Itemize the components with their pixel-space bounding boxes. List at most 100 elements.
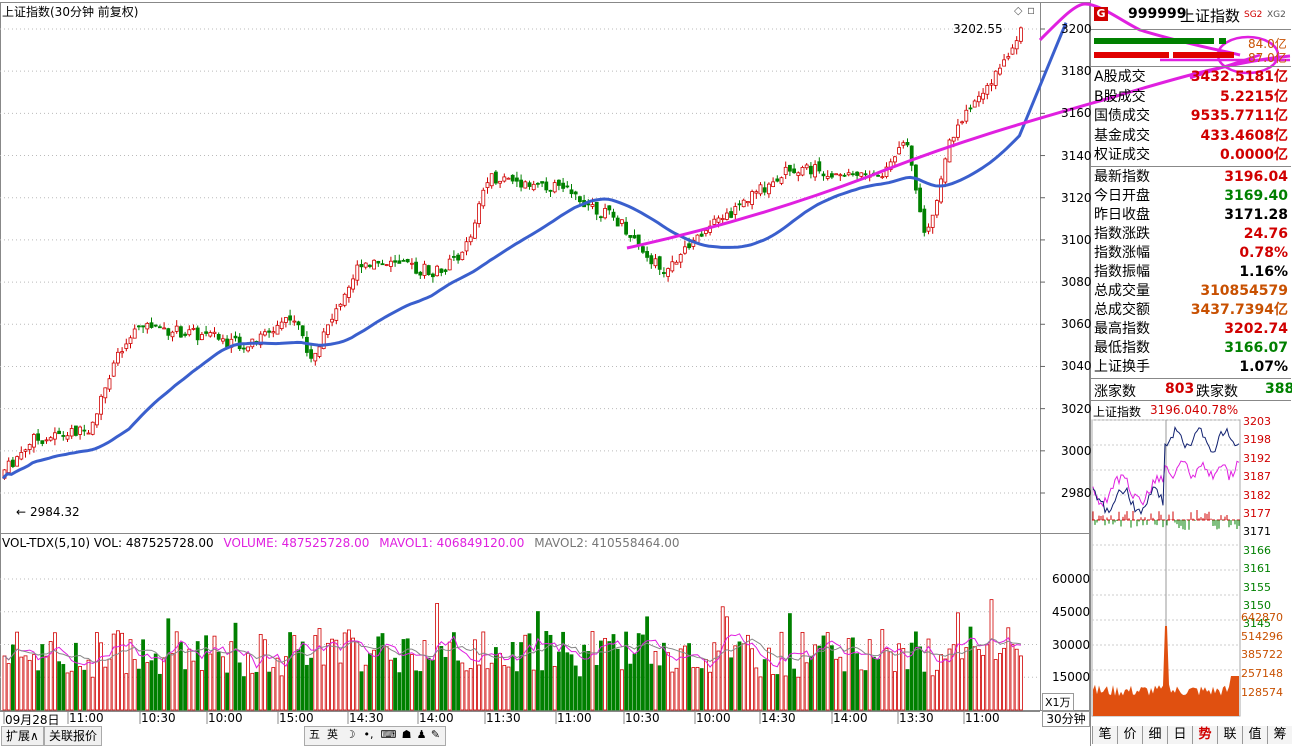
- candle-body: [578, 196, 582, 203]
- xg2-tag[interactable]: XG2: [1267, 10, 1286, 20]
- volume-bar: [116, 630, 120, 711]
- candle-body: [65, 435, 70, 440]
- candle-body: [300, 325, 305, 337]
- candle-body: [103, 387, 108, 399]
- panel-tab[interactable]: 细: [1142, 726, 1167, 744]
- down-count-value: 388: [1265, 381, 1292, 397]
- candle-body: [183, 333, 188, 336]
- candle-body: [124, 343, 129, 349]
- volume-bar: [250, 672, 255, 711]
- volume-bar: [540, 670, 544, 711]
- volume-bar: [552, 665, 557, 711]
- candle-body: [863, 173, 868, 176]
- volume-bar: [384, 646, 389, 711]
- quote-label: 最低指数: [1094, 340, 1150, 356]
- stock-code: 999999: [1128, 6, 1187, 22]
- candle-body: [855, 171, 859, 176]
- candle-body: [241, 347, 246, 350]
- volume-bar: [363, 664, 368, 711]
- time-tick-label: 15:00: [279, 711, 314, 725]
- divider: [1091, 378, 1291, 379]
- volume-bar: [149, 660, 154, 711]
- period-tab[interactable]: 30分钟: [1042, 711, 1090, 727]
- volume-bar: [414, 670, 419, 711]
- candle-body: [456, 254, 461, 261]
- candle-body: [372, 259, 377, 270]
- mini-price-tick: 3166: [1243, 543, 1271, 557]
- candle-body: [649, 255, 654, 265]
- volume-bar: [859, 669, 864, 711]
- quote-row: 指数振幅 1.16%: [1092, 263, 1290, 282]
- volume-bar: [300, 641, 305, 711]
- candle-body: [594, 201, 599, 215]
- panel-tab[interactable]: 筹: [1267, 726, 1292, 744]
- candle-body: [779, 177, 784, 184]
- panel-tab[interactable]: 联: [1217, 726, 1242, 744]
- candle-body: [825, 175, 830, 179]
- candle-body: [128, 337, 133, 344]
- panel-tab[interactable]: 笔: [1092, 726, 1117, 744]
- candle-body: [662, 272, 666, 275]
- sg2-tag[interactable]: SG2: [1244, 10, 1262, 20]
- candle-body: [86, 432, 91, 435]
- volume-bar: [2, 655, 7, 711]
- panel-tab[interactable]: 日: [1167, 726, 1192, 744]
- ime-halfwidth-icon[interactable]: ☽: [342, 727, 359, 743]
- ime-tools-icon[interactable]: ✎: [427, 727, 444, 743]
- window-restore-icon[interactable]: ▫: [1027, 3, 1035, 17]
- candle-body: [246, 346, 251, 352]
- volume-bar: [964, 647, 969, 711]
- volume-unit: X1万: [1042, 693, 1074, 711]
- candle-body: [720, 218, 725, 221]
- candle-body: [683, 246, 687, 254]
- volume-bar: [729, 657, 733, 711]
- volume-bar: [666, 652, 670, 711]
- volume-bar: [687, 643, 691, 711]
- candle-body: [1010, 47, 1015, 55]
- volume-bar: [947, 648, 952, 711]
- sell-volume-bar-tail: [1173, 52, 1234, 58]
- candle-body: [481, 189, 486, 207]
- panel-tab[interactable]: 价: [1117, 726, 1142, 744]
- volume-bar: [258, 634, 263, 711]
- volume-bar: [611, 634, 616, 711]
- volume-bar: [78, 666, 82, 711]
- quote-row: 总成交额 3437.7394亿: [1092, 301, 1290, 320]
- ime-wubi-icon[interactable]: 五: [306, 727, 323, 743]
- turnover-row: B股成交 5.2215亿: [1092, 88, 1290, 107]
- ime-english-icon[interactable]: 英: [324, 727, 341, 743]
- volume-bar: [653, 651, 658, 711]
- candle-body: [409, 262, 414, 265]
- candle-body: [951, 136, 956, 142]
- volume-bar: [863, 670, 868, 711]
- candle-body: [569, 189, 574, 195]
- candle-body: [57, 430, 61, 435]
- diamond-icon[interactable]: ◇: [1014, 4, 1022, 17]
- volume-bar: [762, 659, 767, 711]
- volume-bar: [855, 653, 859, 711]
- ime-punct-icon[interactable]: •,: [360, 727, 377, 743]
- candle-body: [972, 100, 977, 108]
- volume-bar: [775, 674, 780, 711]
- candle-body: [552, 182, 557, 193]
- panel-tab[interactable]: 势: [1192, 726, 1217, 744]
- quote-row: 最低指数 3166.07: [1092, 339, 1290, 358]
- candle-body: [880, 176, 885, 179]
- volume-bar: [695, 666, 700, 711]
- candle-body: [401, 259, 406, 262]
- candle-body: [624, 221, 628, 235]
- volume-bar: [632, 653, 637, 711]
- volume-bar: [32, 654, 36, 711]
- candle-body: [53, 432, 57, 440]
- related-quotes-button[interactable]: 关联报价: [44, 726, 103, 746]
- volume-bar: [603, 637, 607, 711]
- volume-bar: [657, 665, 662, 711]
- candle-body: [985, 85, 990, 95]
- candle-body: [296, 321, 301, 326]
- ime-keyboard-icon[interactable]: ⌨: [380, 727, 397, 743]
- expand-button[interactable]: 扩展∧: [1, 726, 44, 746]
- low-price-label: 2984.32: [30, 505, 80, 519]
- volume-bar: [288, 632, 293, 711]
- candle-body: [107, 378, 112, 390]
- panel-tab[interactable]: 值: [1242, 726, 1267, 744]
